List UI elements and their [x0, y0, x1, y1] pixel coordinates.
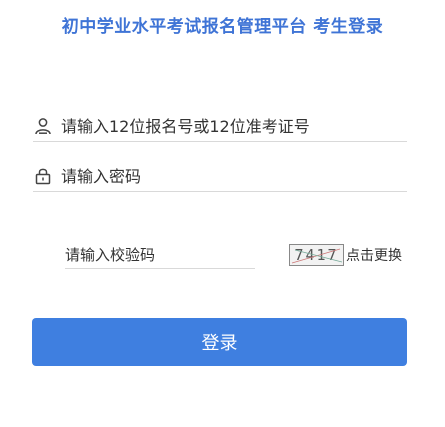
login-button[interactable]: 登录	[32, 318, 407, 366]
password-row	[33, 161, 407, 192]
lock-icon	[33, 166, 53, 186]
username-input[interactable]	[61, 113, 407, 139]
password-input[interactable]	[61, 163, 407, 189]
username-row	[33, 111, 407, 142]
user-icon	[33, 116, 53, 136]
captcha-row: 7417 点击更换	[33, 240, 407, 270]
captcha-input[interactable]	[65, 241, 255, 269]
page-title: 初中学业水平考试报名管理平台 考生登录	[61, 17, 384, 37]
refresh-captcha-link[interactable]: 点击更换	[346, 245, 402, 265]
captcha-image[interactable]: 7417	[289, 244, 344, 266]
